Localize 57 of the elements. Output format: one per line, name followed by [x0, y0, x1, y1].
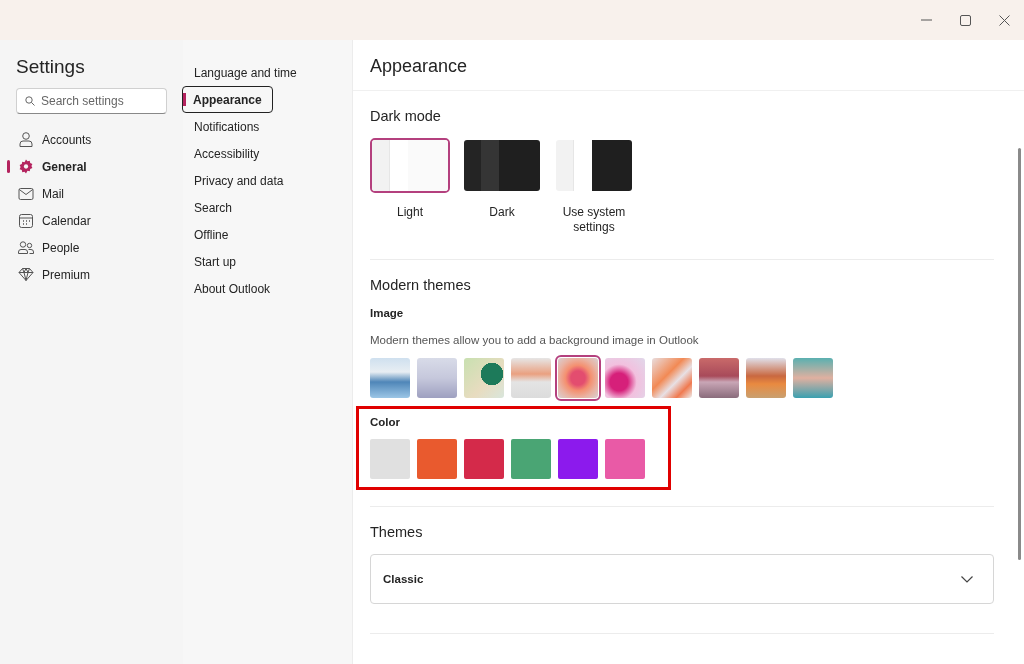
color-swatch[interactable] — [417, 439, 457, 479]
photo-placeholder[interactable] — [464, 358, 504, 398]
subnav-item[interactable]: Appearance — [182, 86, 273, 113]
scrollbar[interactable] — [1018, 148, 1021, 560]
color-swatch[interactable] — [558, 439, 598, 479]
color-swatch[interactable] — [464, 439, 504, 479]
subnav-item[interactable]: Privacy and data — [183, 167, 294, 194]
sidebar-item[interactable]: Calendar — [16, 207, 183, 234]
subsection-label: Image — [370, 307, 405, 319]
mode-label: Dark — [488, 205, 516, 220]
mode-label: Light — [396, 205, 424, 220]
description-text: Modern themes allow you to add a background image in Outlook — [370, 334, 700, 346]
photo-placeholder[interactable] — [746, 358, 786, 398]
photo-placeholder[interactable] — [652, 358, 692, 398]
settings-icon — [18, 159, 34, 174]
subnav-item[interactable]: Search — [183, 194, 243, 221]
color-swatch[interactable] — [605, 439, 645, 479]
sidebar-item[interactable]: Mail — [16, 180, 183, 207]
calendar-icon — [18, 213, 34, 228]
maximize-icon[interactable] — [960, 14, 971, 26]
subnav-item[interactable]: About Outlook — [183, 275, 281, 302]
photo-placeholder[interactable] — [558, 358, 598, 398]
subsection-label: Color — [370, 416, 402, 428]
close-icon[interactable] — [999, 14, 1010, 26]
people-icon — [18, 241, 34, 254]
mode-label: Use system settings — [561, 205, 627, 235]
theme-dropdown[interactable]: Classic — [370, 554, 994, 604]
selection-indicator — [7, 160, 10, 173]
mode-preview[interactable] — [554, 138, 634, 193]
subnav-item[interactable]: Notifications — [183, 113, 270, 140]
section-heading: Themes — [370, 524, 424, 540]
sidebar-item[interactable]: General — [16, 153, 183, 180]
sidebar-item[interactable]: Accounts — [16, 126, 183, 153]
color-swatch[interactable] — [370, 439, 410, 479]
selection-indicator — [183, 93, 186, 106]
sidebar-item[interactable]: People — [16, 234, 183, 261]
photo-placeholder[interactable] — [370, 358, 410, 398]
settings-title: Settings — [16, 56, 86, 78]
search-field[interactable]: Search settings — [16, 88, 167, 114]
mode-preview[interactable] — [462, 138, 542, 193]
person-icon — [18, 132, 34, 147]
section-heading: Modern themes — [370, 277, 472, 293]
section-heading: Dark mode — [370, 108, 442, 124]
diamond-icon — [18, 268, 34, 281]
photo-placeholder[interactable] — [417, 358, 457, 398]
chevron-down-icon — [961, 575, 973, 583]
subnav-item[interactable]: Offline — [183, 221, 239, 248]
subnav-item[interactable]: Start up — [183, 248, 247, 275]
photo-placeholder[interactable] — [699, 358, 739, 398]
subnav-item[interactable]: Language and time — [183, 59, 307, 86]
page-title: Appearance — [353, 40, 1024, 91]
photo-placeholder[interactable] — [511, 358, 551, 398]
sidebar-item[interactable]: Premium — [16, 261, 183, 288]
photo-placeholder[interactable] — [605, 358, 645, 398]
subnav-item[interactable]: Accessibility — [183, 140, 270, 167]
mail-icon — [18, 187, 34, 200]
color-swatch[interactable] — [511, 439, 551, 479]
